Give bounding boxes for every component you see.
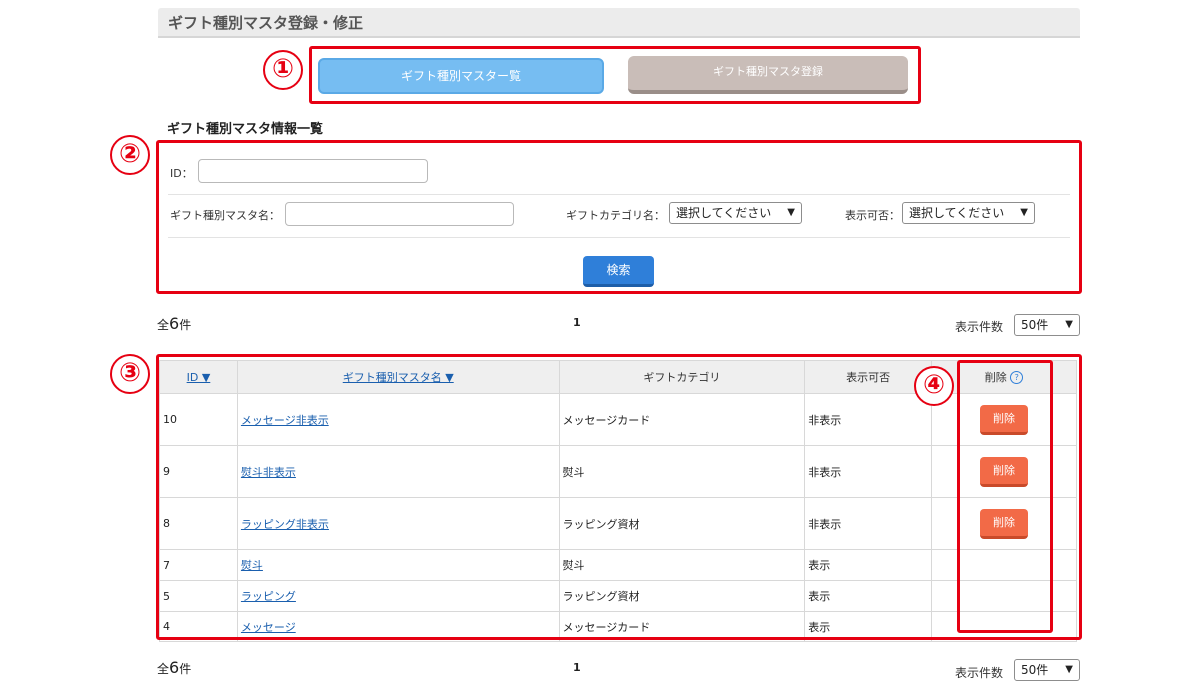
chevron-down-icon: ▼ — [787, 207, 795, 218]
annotation-marker-3: ③ — [110, 354, 150, 394]
form-divider — [168, 237, 1070, 238]
annotation-marker-1: ① — [263, 50, 303, 90]
display-flag-label: 表示可否： — [845, 209, 900, 222]
page-link-1-bottom[interactable]: 1 — [573, 661, 581, 674]
gift-category-selected: 選択してください — [676, 206, 772, 220]
total-count-bottom: 全6件 — [157, 658, 192, 677]
display-flag-select[interactable]: 選択してください ▼ — [902, 202, 1035, 224]
search-button[interactable]: 検索 — [583, 256, 654, 287]
per-page-label: 表示件数 — [955, 320, 1004, 334]
page-title: ギフト種別マスタ登録・修正 — [168, 14, 364, 32]
tab-gift-type-register[interactable]: ギフト種別マスタ登録 — [628, 56, 908, 94]
id-label: ID： — [170, 167, 193, 180]
annotation-marker-4: ④ — [914, 366, 954, 406]
section-title: ギフト種別マスタ情報一覧 — [167, 122, 324, 137]
id-input[interactable] — [198, 159, 428, 183]
form-divider — [168, 194, 1070, 195]
per-page-label-bottom: 表示件数 — [955, 666, 1004, 680]
gift-category-select[interactable]: 選択してください ▼ — [669, 202, 802, 224]
per-page-select-bottom[interactable]: 50件 ▼ — [1014, 659, 1080, 681]
page-header: ギフト種別マスタ登録・修正 — [158, 8, 1080, 38]
annotation-marker-2: ② — [110, 135, 150, 175]
per-page-select[interactable]: 50件 ▼ — [1014, 314, 1080, 336]
tab-gift-type-list[interactable]: ギフト種別マスター覧 — [318, 58, 604, 94]
chevron-down-icon: ▼ — [1020, 207, 1028, 218]
gift-category-label: ギフトカテゴリ名： — [566, 209, 665, 222]
chevron-down-icon: ▼ — [1065, 319, 1073, 330]
gift-type-name-input[interactable] — [285, 202, 514, 226]
display-flag-selected: 選択してください — [909, 206, 1005, 220]
page-link-1[interactable]: 1 — [573, 316, 581, 329]
annotation-box-4 — [957, 360, 1053, 633]
total-count: 全6件 — [157, 314, 192, 333]
chevron-down-icon: ▼ — [1065, 664, 1073, 675]
gift-type-name-label: ギフト種別マスタ名： — [170, 209, 280, 222]
